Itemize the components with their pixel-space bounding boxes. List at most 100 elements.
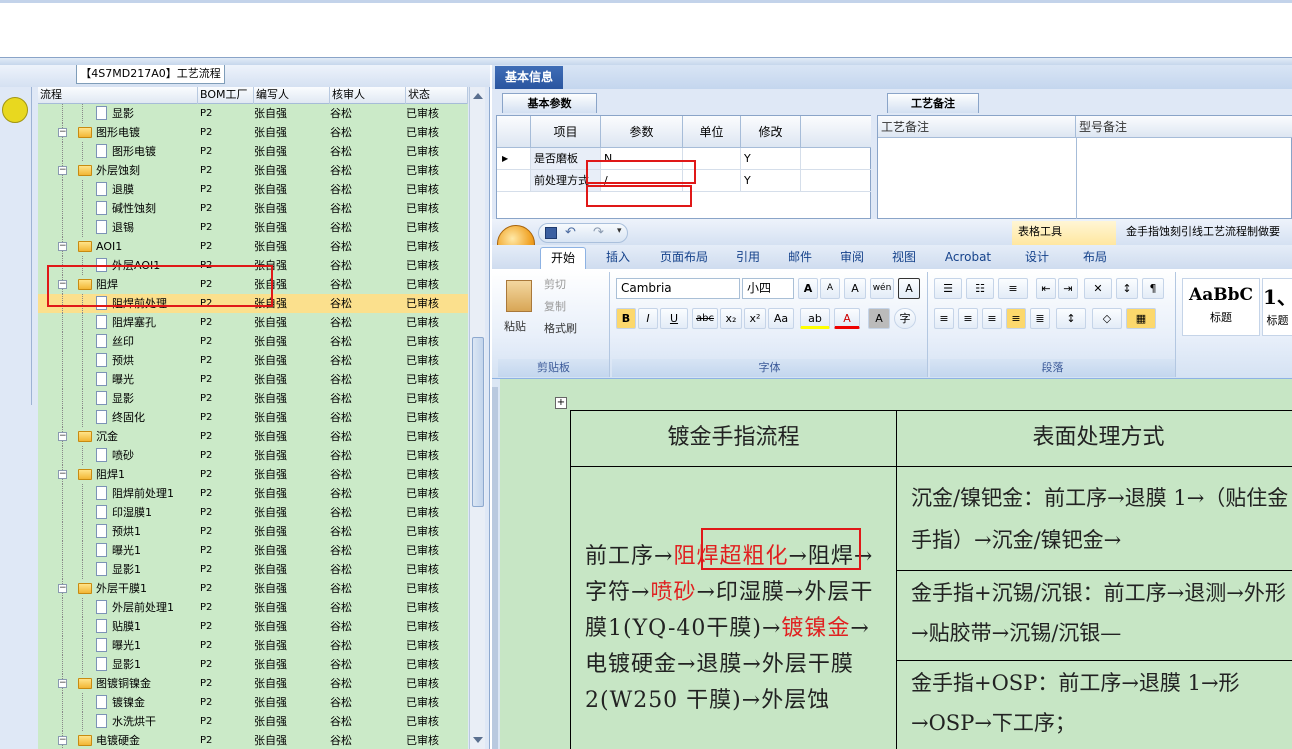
style-heading[interactable]: AaBbC 标题	[1182, 278, 1260, 336]
tab-home[interactable]: 开始	[540, 247, 586, 269]
highlight-button[interactable]: ab	[800, 308, 830, 329]
tab-process-flow[interactable]: 【4S7MD217A0】工艺流程	[76, 65, 225, 84]
table-row[interactable]: 贴膜1 P2 张自强 谷松 已审核	[38, 617, 468, 636]
clear-format-button[interactable]: A	[844, 278, 866, 299]
tab-mailings[interactable]: 邮件	[780, 247, 820, 269]
undo-icon[interactable]: ↶	[565, 225, 576, 240]
table-row[interactable]: − 图形电镀 P2 张自强 谷松 已审核	[38, 123, 468, 142]
table-row[interactable]: 印湿膜1 P2 张自强 谷松 已审核	[38, 503, 468, 522]
font-name-combo[interactable]: Cambria	[616, 278, 740, 299]
superscript-button[interactable]: x²	[744, 308, 766, 329]
table-row[interactable]: − 外层蚀刻 P2 张自强 谷松 已审核	[38, 161, 468, 180]
notes-header-model[interactable]: 型号备注	[1076, 116, 1292, 138]
param-header-modify[interactable]: 修改	[741, 116, 801, 148]
table-row[interactable]: − 沉金 P2 张自强 谷松 已审核	[38, 427, 468, 446]
table-body-right-1[interactable]: 沉金/镍钯金：前工序→退膜 1→（贴住金手指）→沉金/镍钯金→	[897, 467, 1292, 571]
document-page[interactable]: + 镀金手指流程 表面处理方式 前工序→阻焊超粗化→阻焊→字符→喷砂→印湿膜→外…	[500, 391, 1292, 749]
collapse-icon[interactable]: −	[58, 736, 67, 745]
param-header-unit[interactable]: 单位	[683, 116, 741, 148]
paste-icon[interactable]	[506, 280, 532, 312]
table-row[interactable]: 显影 P2 张自强 谷松 已审核	[38, 389, 468, 408]
align-right-icon[interactable]: ≡	[982, 308, 1002, 329]
sort-icon[interactable]: ↕	[1116, 278, 1138, 299]
collapse-icon[interactable]: −	[58, 679, 67, 688]
tab-design[interactable]: 设计	[1012, 247, 1062, 269]
param-header-param[interactable]: 参数	[601, 116, 683, 148]
tab-page-layout[interactable]: 页面布局	[650, 247, 718, 269]
param-header-item[interactable]: 项目	[531, 116, 601, 148]
chinese-layout-icon[interactable]: ✕	[1084, 278, 1112, 299]
scroll-down-icon[interactable]	[473, 737, 483, 743]
font-size-combo[interactable]: 小四	[742, 278, 794, 299]
table-row[interactable]: 终固化 P2 张自强 谷松 已审核	[38, 408, 468, 427]
table-row[interactable]: − AOI1 P2 张自强 谷松 已审核	[38, 237, 468, 256]
horizontal-splitter[interactable]	[0, 57, 1292, 65]
speech-bubble-icon[interactable]	[2, 97, 28, 123]
collapse-icon[interactable]: −	[58, 166, 67, 175]
table-header-right[interactable]: 表面处理方式	[897, 411, 1292, 467]
shrink-font-button[interactable]: A	[820, 278, 840, 299]
column-header-flow[interactable]: 流程	[38, 87, 198, 104]
table-body-left[interactable]: 前工序→阻焊超粗化→阻焊→字符→喷砂→印湿膜→外层干膜1(YQ-40干膜)→镀镍…	[571, 467, 897, 749]
copy-button[interactable]: 复制	[544, 300, 566, 314]
enclose-char-button[interactable]: 字	[894, 308, 916, 329]
tab-process-notes[interactable]: 工艺备注	[887, 93, 979, 113]
table-row[interactable]: 显影1 P2 张自强 谷松 已审核	[38, 655, 468, 674]
show-marks-icon[interactable]: ¶	[1142, 278, 1164, 299]
table-row[interactable]: 曝光1 P2 张自强 谷松 已审核	[38, 541, 468, 560]
table-row[interactable]: 水洗烘干 P2 张自强 谷松 已审核	[38, 712, 468, 731]
param-modify[interactable]: Y	[741, 170, 801, 191]
table-row[interactable]: 退锡 P2 张自强 谷松 已审核	[38, 218, 468, 237]
style-heading-1[interactable]: 1、 标题	[1262, 278, 1292, 336]
format-painter-button[interactable]: 格式刷	[544, 322, 577, 336]
tab-acrobat[interactable]: Acrobat	[938, 247, 998, 269]
table-row[interactable]: 显影1 P2 张自强 谷松 已审核	[38, 560, 468, 579]
table-row[interactable]: 预烘 P2 张自强 谷松 已审核	[38, 351, 468, 370]
tab-layout[interactable]: 布局	[1070, 247, 1120, 269]
table-row[interactable]: 外层前处理1 P2 张自强 谷松 已审核	[38, 598, 468, 617]
param-modify[interactable]: Y	[741, 148, 801, 169]
table-row[interactable]: 曝光1 P2 张自强 谷松 已审核	[38, 636, 468, 655]
column-header-reviewer[interactable]: 核审人	[330, 87, 406, 104]
shading-icon[interactable]: ◇	[1092, 308, 1122, 329]
cut-button[interactable]: 剪切	[544, 278, 566, 292]
font-color-button[interactable]: A	[834, 308, 860, 329]
table-row[interactable]: − 阻焊1 P2 张自强 谷松 已审核	[38, 465, 468, 484]
table-row[interactable]: 曝光 P2 张自强 谷松 已审核	[38, 370, 468, 389]
grow-font-button[interactable]: A	[798, 278, 818, 299]
tab-review[interactable]: 审阅	[832, 247, 872, 269]
char-shading-button[interactable]: A	[868, 308, 890, 329]
char-border-button[interactable]: A	[898, 278, 920, 299]
underline-button[interactable]: U	[660, 308, 688, 329]
table-row[interactable]: 阻焊前处理1 P2 张自强 谷松 已审核	[38, 484, 468, 503]
notes-header-process[interactable]: 工艺备注	[878, 116, 1076, 138]
table-row[interactable]: 显影 P2 张自强 谷松 已审核	[38, 104, 468, 123]
save-icon[interactable]	[545, 227, 557, 239]
collapse-icon[interactable]: −	[58, 242, 67, 251]
table-row[interactable]: 镀镍金 P2 张自强 谷松 已审核	[38, 693, 468, 712]
grid-scrollbar[interactable]	[469, 87, 485, 749]
table-row[interactable]: 预烘1 P2 张自强 谷松 已审核	[38, 522, 468, 541]
numbering-icon[interactable]: ☷	[966, 278, 994, 299]
line-spacing-icon[interactable]: ↕	[1056, 308, 1086, 329]
redo-icon[interactable]: ↷	[593, 225, 604, 240]
decrease-indent-icon[interactable]: ⇤	[1036, 278, 1056, 299]
italic-button[interactable]: I	[638, 308, 658, 329]
bullets-icon[interactable]: ☰	[934, 278, 962, 299]
table-row[interactable]: 喷砂 P2 张自强 谷松 已审核	[38, 446, 468, 465]
table-row[interactable]: − 电镀硬金 P2 张自强 谷松 已审核	[38, 731, 468, 749]
qat-dropdown-icon[interactable]: ▾	[617, 226, 622, 236]
table-row[interactable]: 碱性蚀刻 P2 张自强 谷松 已审核	[38, 199, 468, 218]
multilevel-list-icon[interactable]: ≡	[998, 278, 1028, 299]
table-row[interactable]: 退膜 P2 张自强 谷松 已审核	[38, 180, 468, 199]
table-row[interactable]: 丝印 P2 张自强 谷松 已审核	[38, 332, 468, 351]
table-row[interactable]: 图形电镀 P2 张自强 谷松 已审核	[38, 142, 468, 161]
table-row[interactable]: − 外层干膜1 P2 张自强 谷松 已审核	[38, 579, 468, 598]
table-move-handle-icon[interactable]: +	[555, 397, 567, 409]
align-left-icon[interactable]: ≡	[934, 308, 954, 329]
phonetic-button[interactable]: wén	[870, 278, 894, 299]
strikethrough-button[interactable]: abc	[692, 308, 718, 329]
collapse-icon[interactable]: −	[58, 128, 67, 137]
column-header-bom[interactable]: BOM工厂	[198, 87, 254, 104]
tab-basic-info[interactable]: 基本信息	[495, 66, 563, 89]
